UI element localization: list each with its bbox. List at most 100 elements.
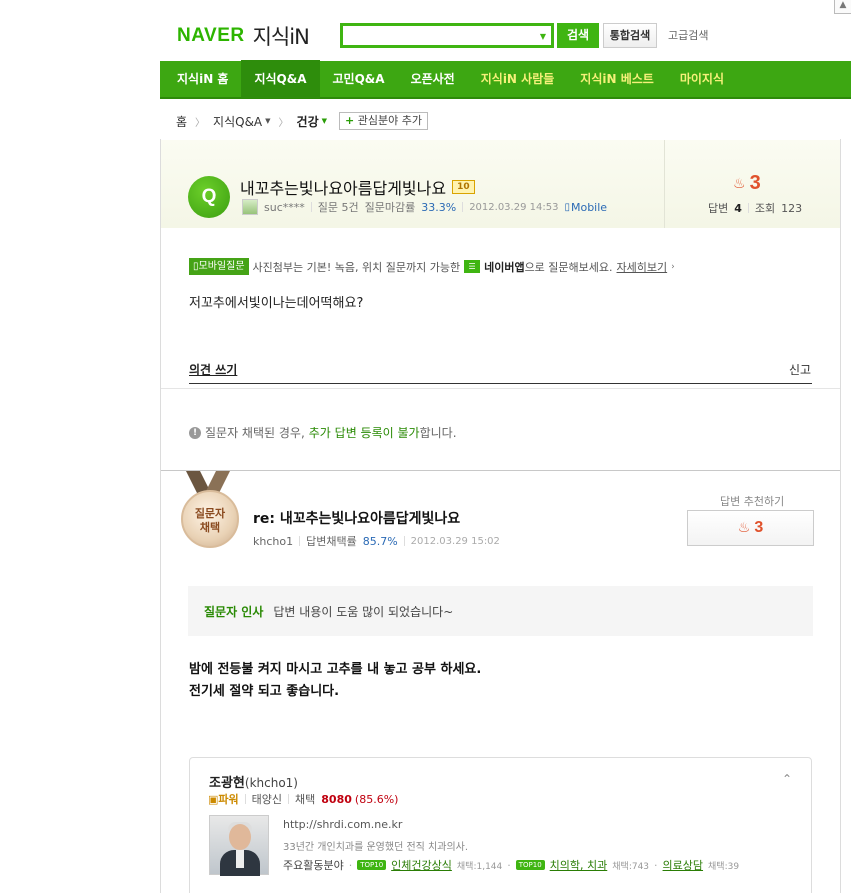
chevron-right-icon: 〉 [195,117,206,129]
search-box: ▼ [340,23,554,48]
divider [161,470,840,471]
answer-body-line: 밤에 전등불 켜지 마시고 고추를 내 놓고 공부 하세요. [189,662,482,677]
divider [310,202,312,212]
site-logo[interactable]: NAVER 지식iN [177,22,310,50]
breadcrumb-category[interactable]: 건강 [297,113,319,130]
divider [161,388,840,389]
integrated-search-button[interactable]: 통합검색 [603,23,657,48]
top10-badge: TOP10 [515,860,545,870]
nav-item-my[interactable]: 마이지식 [667,60,737,98]
nav-item-qna[interactable]: 지식Q&A [241,60,320,98]
chevron-right-icon: › [671,261,675,272]
adopt-rate-label: 답변채택률 [306,535,357,548]
mobile-phone-icon: ▯ [564,201,570,213]
profile-id: (khcho1) [244,776,298,790]
mobile-promo-text2: 으로 질문해보세요. [524,260,613,274]
profile-name: 조광현 [209,776,245,791]
question-recommend[interactable]: ♨ 3 [733,172,761,195]
profile-desc: 33년간 개인치과를 운영했던 전직 치과의사. [283,842,469,853]
question-stats: 질문 5건 [317,201,359,214]
answer-label: 답변 [708,202,729,215]
breadcrumb-home[interactable]: 홈 [176,113,187,130]
question-icon: Q [188,176,230,218]
notice-suffix: 합니다. [419,426,457,440]
mobile-promo-text: 사진첨부는 기본! 녹음, 위치 질문까지 가능한 [252,260,461,274]
learn-more-link[interactable]: 자세히보기 [617,259,668,275]
dropdown-arrow-icon[interactable]: ▼ [540,32,546,41]
thumbs-up-icon: ♨ [737,520,751,536]
add-interest-label: 관심분야 추가 [357,114,422,127]
search-button[interactable]: 검색 [557,23,599,48]
search-input[interactable] [343,26,533,45]
profile-adopt-count: 8080 [321,792,352,806]
medal-line1: 질문자 [194,507,226,520]
field-count: 채택:743 [612,861,650,872]
notice-prefix: 질문자 채택된 경우, [205,426,305,440]
greeting-text: 답변 내용이 도움 많이 되었습니다~ [273,604,454,619]
scroll-top-icon[interactable]: ▲ [834,0,851,14]
field-count: 채택:39 [708,861,740,872]
notice-highlight: 추가 답변 등록이 불가 [308,426,420,440]
report-link[interactable]: 신고 [789,361,811,378]
profile-rank-row: ▣파워 태양신 채택 8080 (85.6%) [208,791,398,807]
nav-item-worry-qna[interactable]: 고민Q&A [320,60,398,98]
divider [664,140,665,228]
views-count: 123 [781,201,803,215]
answer-body: 밤에 전등불 켜지 마시고 고추를 내 놓고 공부 하세요. 전기세 절약 되고… [189,659,481,703]
answer-title: re: 내꼬추는빛나요아름답게빛나요 [253,511,461,527]
chevron-down-icon[interactable]: ▼ [322,117,327,125]
write-opinion-link[interactable]: 의견 쓰기 [189,361,237,378]
add-interest-button[interactable]: + 관심분야 추가 [339,112,428,130]
answer-notice: ! 질문자 채택된 경우, 추가 답변 등록이 불가 합니다. [189,424,457,441]
greeting-label: 질문자 인사 [204,604,264,619]
field-link[interactable]: 인체건강상식 [391,857,452,873]
top10-badge: TOP10 [357,860,387,870]
info-icon: ! [189,426,201,439]
nav-item-best[interactable]: 지식iN 베스트 [567,60,667,98]
views-label: 조회 [754,202,776,215]
answer-recommend-label: 답변 추천하기 [720,495,785,508]
medal-line2: 채택 [199,521,221,534]
divider [244,794,246,804]
question-date: 2012.03.29 14:53 [469,201,559,213]
nav-item-open-dict[interactable]: 오픈사전 [398,60,468,98]
answer-body-line: 전기세 절약 되고 좋습니다. [189,684,340,699]
chevron-up-icon[interactable]: ⌃ [782,772,792,786]
nav-item-home[interactable]: 지식iN 홈 [160,60,241,98]
answer-author[interactable]: khcho1 [253,535,293,548]
breadcrumb: 홈 〉 지식Q&A ▼ 〉 건강 ▼ + 관심분야 추가 [176,112,428,130]
power-label: 파워 [218,793,239,806]
profile-photo[interactable] [209,815,269,876]
power-badge: ▣파워 [208,793,239,806]
divider [403,536,405,546]
divider [747,203,749,213]
mobile-question-tag: ▯모바일질문 [189,258,249,275]
chevron-down-icon[interactable]: ▼ [265,117,270,125]
chevron-right-icon: 〉 [278,117,289,129]
question-stat-row: 답변 4 조회 123 [708,200,802,216]
question-title-row: 내꼬추는빛나요아름답게빛나요 10 [240,175,475,199]
mobile-promo: ▯모바일질문 사진첨부는 기본! 녹음, 위치 질문까지 가능한 ☰ 네이버앱 … [189,258,675,275]
question-title: 내꼬추는빛나요아름답게빛나요 [240,179,447,198]
close-rate-label: 질문마감률 [364,201,416,214]
question-author[interactable]: suc**** [264,201,305,214]
naver-app-name: 네이버앱 [484,260,525,274]
divider [299,536,301,546]
avatar[interactable] [242,199,258,215]
profile-adopt-label: 채택 [295,793,316,806]
field-link[interactable]: 의료상담 [663,857,703,873]
nav-item-people[interactable]: 지식iN 사람들 [468,60,568,98]
profile-name-row[interactable]: 조광현(khcho1) [209,772,298,791]
question-device: Mobile [570,200,608,214]
breadcrumb-qna[interactable]: 지식Q&A [213,113,262,130]
field-link[interactable]: 치의학, 치과 [550,857,608,873]
main-nav: 지식iN 홈 지식Q&A 고민Q&A 오픈사전 지식iN 사람들 지식iN 베스… [160,60,851,99]
divider [189,383,812,384]
divider [462,202,464,212]
profile-fields: 주요활동분야 · TOP10 인체건강상식 채택:1,144 · TOP10 치… [283,857,739,873]
points-badge: 10 [452,180,475,194]
field-count: 채택:1,144 [456,861,503,872]
answer-recommend-button[interactable]: ♨ 3 [687,510,814,546]
profile-url[interactable]: http://shrdi.com.ne.kr [283,818,402,831]
advanced-search-link[interactable]: 고급검색 [668,27,708,43]
